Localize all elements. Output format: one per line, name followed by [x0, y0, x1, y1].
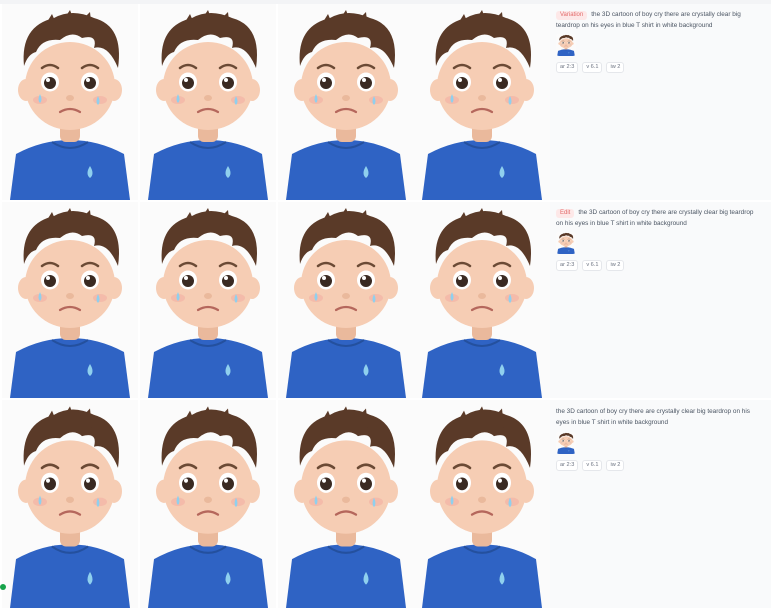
image-grid [0, 202, 550, 398]
boy-cartoon-image [278, 4, 414, 200]
prompt-line: Edit the 3D cartoon of boy cry there are … [556, 207, 756, 229]
prompt-line: Variation the 3D cartoon of boy cry there… [556, 9, 756, 31]
prompt-text[interactable]: the 3D cartoon of boy cry there are crys… [556, 408, 750, 426]
generated-image[interactable] [140, 202, 276, 398]
boy-cartoon-image [140, 4, 276, 200]
version-chip[interactable]: v 6.1 [582, 460, 603, 471]
job-row: the 3D cartoon of boy cry there are crys… [0, 400, 771, 608]
boy-cartoon-image [2, 202, 138, 398]
reference-image-thumbnail[interactable] [556, 34, 576, 56]
job-meta: Edit the 3D cartoon of boy cry there are … [550, 202, 771, 398]
image-weight-chip[interactable]: iw 2 [606, 260, 625, 271]
reference-image [556, 432, 576, 454]
image-grid [0, 400, 550, 608]
generated-image[interactable] [278, 4, 414, 200]
generated-image[interactable] [414, 202, 550, 398]
generated-image[interactable] [2, 4, 138, 200]
reference-image-thumbnail[interactable] [556, 232, 576, 254]
generated-image[interactable] [140, 400, 276, 608]
generated-image[interactable] [278, 400, 414, 608]
param-chips: ar 2:3 v 6.1 iw 2 [556, 460, 625, 471]
boy-cartoon-image [2, 4, 138, 200]
boy-cartoon-image [140, 202, 276, 398]
boy-cartoon-image [2, 400, 138, 608]
prompt-line: the 3D cartoon of boy cry there are crys… [556, 406, 756, 428]
boy-cartoon-image [414, 202, 550, 398]
boy-cartoon-image [278, 400, 414, 608]
aspect-ratio-chip[interactable]: ar 2:3 [556, 260, 579, 271]
boy-cartoon-image [140, 400, 276, 608]
version-chip[interactable]: v 6.1 [582, 62, 603, 73]
job-row: Edit the 3D cartoon of boy cry there are … [0, 202, 771, 398]
image-weight-chip[interactable]: iw 2 [606, 62, 625, 73]
boy-cartoon-image [414, 400, 550, 608]
generated-image[interactable] [2, 400, 138, 608]
job-meta: Variation the 3D cartoon of boy cry there… [550, 4, 771, 200]
param-chips: ar 2:3 v 6.1 iw 2 [556, 260, 625, 271]
job-type-tag[interactable]: Variation [556, 11, 588, 20]
job-type-tag[interactable]: Edit [556, 209, 575, 218]
status-indicator [0, 584, 6, 590]
generated-image[interactable] [414, 400, 550, 608]
generated-image[interactable] [278, 202, 414, 398]
image-feed: Variation the 3D cartoon of boy cry there… [0, 4, 771, 610]
aspect-ratio-chip[interactable]: ar 2:3 [556, 460, 579, 471]
image-grid [0, 4, 550, 200]
generated-image[interactable] [140, 4, 276, 200]
image-weight-chip[interactable]: iw 2 [606, 460, 625, 471]
job-row: Variation the 3D cartoon of boy cry there… [0, 4, 771, 200]
prompt-text[interactable]: the 3D cartoon of boy cry there are crys… [556, 209, 753, 227]
aspect-ratio-chip[interactable]: ar 2:3 [556, 62, 579, 73]
boy-cartoon-image [278, 202, 414, 398]
param-chips: ar 2:3 v 6.1 iw 2 [556, 62, 625, 73]
boy-cartoon-image [414, 4, 550, 200]
reference-image-thumbnail[interactable] [556, 432, 576, 454]
job-meta: the 3D cartoon of boy cry there are crys… [550, 400, 771, 608]
reference-image [556, 232, 576, 254]
version-chip[interactable]: v 6.1 [582, 260, 603, 271]
generated-image[interactable] [414, 4, 550, 200]
generated-image[interactable] [2, 202, 138, 398]
reference-image [556, 34, 576, 56]
